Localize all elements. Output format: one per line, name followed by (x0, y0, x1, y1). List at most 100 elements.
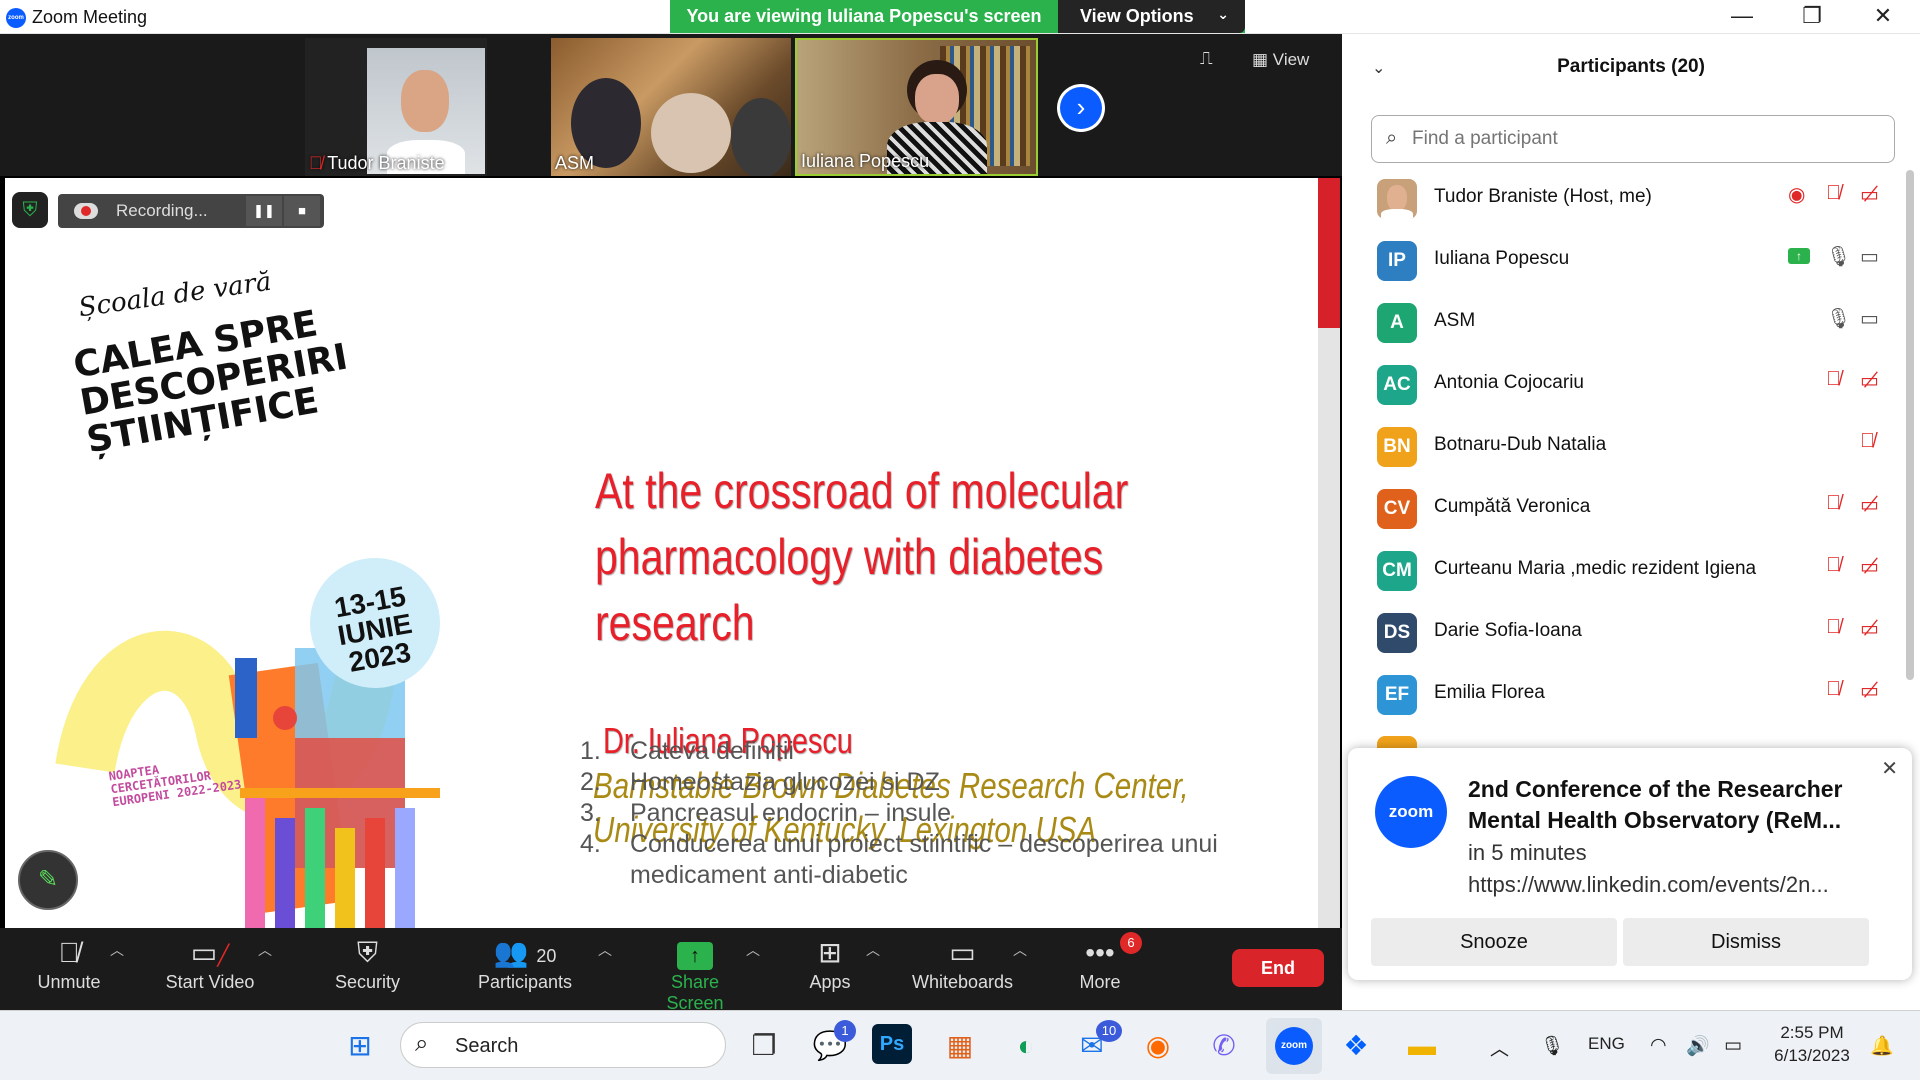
avatar: CM (1377, 551, 1417, 591)
list-item: 1. Cateva definitii (580, 737, 794, 765)
apps-icon: ⊞ (818, 937, 842, 968)
share-screen-icon: ↑ (640, 934, 750, 972)
security-button[interactable]: ⛨ Security (325, 934, 410, 993)
participant-name: Curteanu Maria ,medic rezident Igiena (1434, 558, 1757, 579)
taskbar-search[interactable]: ⌕ Search (400, 1022, 726, 1068)
stop-recording-button[interactable]: ■ (284, 196, 320, 226)
participant-name: Botnaru-Dub Natalia (1434, 434, 1607, 455)
next-page-button[interactable]: › (1057, 84, 1105, 132)
zoom-taskbar-button[interactable]: zoom (1266, 1018, 1322, 1074)
viewing-message: You are viewing Iuliana Popescu's screen (686, 6, 1042, 26)
dismiss-button[interactable]: Dismiss (1623, 918, 1869, 966)
view-options-button[interactable]: View Options ⌄ (1058, 0, 1245, 33)
volume-icon[interactable]: 🔊 (1686, 1034, 1710, 1058)
file-explorer-icon[interactable]: ▬ (1398, 1022, 1446, 1070)
slide-scrollbar[interactable] (1318, 178, 1340, 928)
poster-illustration (55, 630, 440, 928)
apps-button[interactable]: ⊞ Apps (795, 934, 865, 993)
participants-icon: 👥 20 (493, 937, 557, 968)
teams-badge: 1 (834, 1020, 856, 1042)
whiteboards-button[interactable]: ▭ Whiteboards (905, 934, 1020, 993)
mic-muted-icon: 🎙̸ (1826, 368, 1841, 390)
participant-row[interactable]: DS Darie Sofia-Ioana 🎙̸ ▭̸ (1372, 600, 1892, 662)
zoom-logo-icon: zoom (6, 8, 26, 28)
notification-time: in 5 minutes (1468, 840, 1587, 865)
participants-button[interactable]: 👥 20 Participants (470, 934, 580, 993)
participant-row[interactable]: Tudor Braniste (Host, me) ◉ 🎙̸ ▭̸ (1372, 166, 1892, 228)
maximize-icon[interactable]: ❐ (1777, 0, 1847, 34)
video-tile-iuliana[interactable]: Iuliana Popescu (795, 38, 1038, 176)
participant-row[interactable]: AC Antonia Cojocariu 🎙̸ ▭̸ (1372, 352, 1892, 414)
tile-name: Iuliana Popescu (801, 151, 930, 171)
pause-recording-button[interactable]: ❚❚ (246, 196, 282, 226)
participants-options-caret[interactable]: ︿ (598, 940, 612, 960)
audio-options-caret[interactable]: ︿ (110, 940, 124, 960)
video-icon: ▭ (1860, 308, 1879, 330)
search-icon: ⌕ (415, 1030, 429, 1057)
zoom-logo-icon: zoom (1375, 776, 1447, 848)
avatar: IP (1377, 241, 1417, 281)
participant-row[interactable]: BN Botnaru-Dub Natalia 🎙̸ (1372, 414, 1892, 476)
wifi-icon[interactable]: ◠ (1650, 1034, 1667, 1057)
video-tile-tudor[interactable]: 🎙̸ Tudor Braniste (305, 38, 487, 176)
panel-scrollbar[interactable] (1906, 170, 1914, 680)
snooze-button[interactable]: Snooze (1371, 918, 1617, 966)
search-input[interactable] (1412, 126, 1882, 152)
avatar: DS (1377, 613, 1417, 653)
participant-row[interactable]: CV Cumpătă Veronica 🎙̸ ▭̸ (1372, 476, 1892, 538)
firefox-icon[interactable]: ◉ (1134, 1022, 1182, 1070)
view-button[interactable]: ▦ View (1252, 50, 1309, 70)
mic-muted-icon: 🎙̸ (1826, 492, 1841, 514)
avatar: CV (1377, 489, 1417, 529)
sharing-icon: ↑ (1788, 248, 1810, 264)
apps-options-caret[interactable]: ︿ (866, 940, 880, 960)
battery-icon[interactable]: ▭ (1724, 1034, 1742, 1057)
video-off-icon: ▭̸ (1860, 370, 1879, 392)
participant-name: Cumpătă Veronica (1434, 496, 1591, 517)
viber-icon[interactable]: ✆ (1200, 1022, 1248, 1070)
mic-icon[interactable]: 🎙 (1540, 1034, 1564, 1058)
unmute-button[interactable]: 🎙̸ Unmute (24, 934, 114, 993)
notification-link[interactable]: https://www.linkedin.com/events/2n... (1468, 872, 1888, 898)
participant-row[interactable]: A ASM 🎙 ▭ (1372, 290, 1892, 352)
store-icon[interactable]: ▦ (936, 1022, 984, 1070)
taskbar-clock[interactable]: 2:55 PM 6/13/2023 (1764, 1021, 1860, 1067)
avatar: AC (1377, 365, 1417, 405)
tile-name: ASM (555, 153, 595, 173)
edge-icon[interactable]: ◐ (1002, 1022, 1050, 1070)
audio-route-icon[interactable]: ⎍ (1200, 48, 1213, 69)
dropbox-icon[interactable]: ❖ (1332, 1022, 1380, 1070)
poster-date-circle: 13-15 IUNIE 2023 (310, 558, 440, 688)
minimize-icon[interactable]: — (1707, 0, 1777, 34)
participant-row[interactable]: EF Emilia Florea 🎙̸ ▭̸ (1372, 662, 1892, 724)
share-options-caret[interactable]: ︿ (746, 940, 760, 960)
close-icon[interactable]: ✕ (1848, 0, 1918, 34)
end-meeting-button[interactable]: End (1232, 949, 1324, 987)
annotate-pen-icon[interactable]: ✎ (18, 850, 78, 910)
video-options-caret[interactable]: ︿ (258, 940, 272, 960)
whiteboards-options-caret[interactable]: ︿ (1013, 940, 1027, 960)
scroll-thumb[interactable] (1318, 178, 1340, 328)
view-options-label: View Options (1080, 6, 1194, 26)
language-indicator[interactable]: ENG (1588, 1034, 1625, 1054)
security-shield-icon[interactable]: ⛨ (12, 192, 48, 228)
participant-row[interactable]: IP Iuliana Popescu ↑ 🎙 ▭ (1372, 228, 1892, 290)
video-tile-asm[interactable]: ASM (551, 38, 791, 176)
share-screen-button[interactable]: ↑ Share Screen (640, 934, 750, 1014)
photoshop-icon[interactable]: Ps (872, 1024, 912, 1064)
participant-name: Iuliana Popescu (1434, 248, 1570, 269)
notifications-bell-icon[interactable]: 🔔 (1870, 1034, 1894, 1058)
chevron-right-icon: › (1060, 87, 1102, 129)
start-video-button[interactable]: ▭╱ Start Video (155, 934, 265, 993)
mic-muted-icon: 🎙̸ (1826, 616, 1841, 638)
participant-row[interactable]: CM Curteanu Maria ,medic rezident Igiena… (1372, 538, 1892, 600)
grid-icon: ▦ (1252, 50, 1273, 69)
participant-search[interactable]: ⌕ (1371, 115, 1895, 163)
task-view-icon[interactable]: ❐ (740, 1022, 788, 1070)
windows-start-icon[interactable]: ⊞ (336, 1022, 384, 1070)
zoom-logo-icon: zoom (1275, 1027, 1313, 1065)
mic-muted-icon: 🎙̸ (1826, 554, 1841, 576)
participant-name: Tudor Braniste (Host, me) (1434, 186, 1652, 207)
chevron-up-icon[interactable]: ︿ (1490, 1034, 1509, 1061)
list-item: 2. Homeostazia glucozei si DZ (580, 768, 940, 796)
